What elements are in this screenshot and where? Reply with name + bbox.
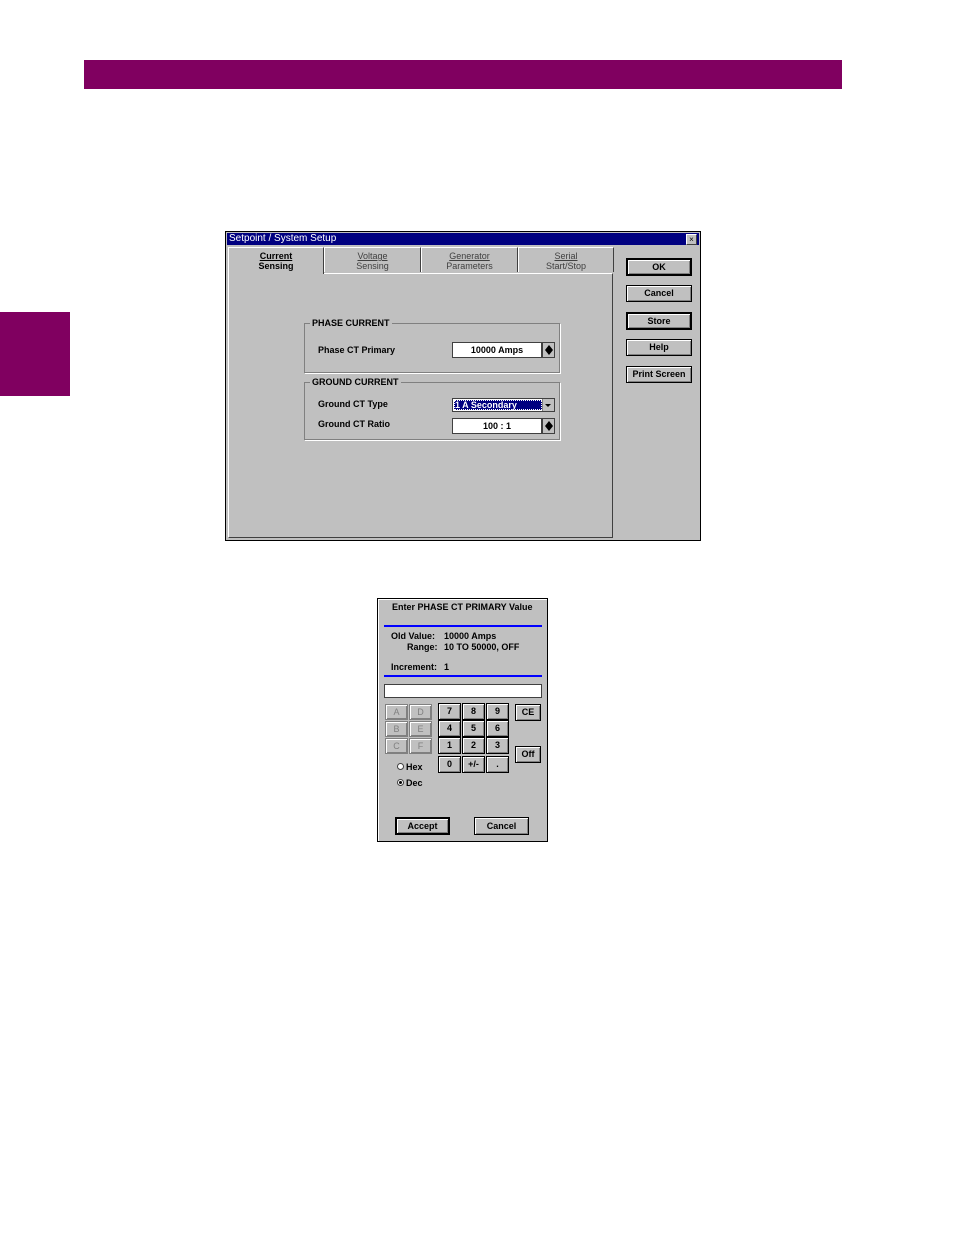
divider — [384, 625, 542, 627]
key-0[interactable]: 0 — [438, 756, 461, 773]
off-button[interactable]: Off — [515, 746, 541, 763]
ground-ct-type-select[interactable]: 1 A Secondary — [452, 398, 555, 412]
phase-current-heading: PHASE CURRENT — [310, 318, 392, 328]
tab-label-line1: Serial — [554, 251, 578, 261]
key-4[interactable]: 4 — [438, 720, 461, 737]
hex-label: Hex — [406, 762, 423, 772]
tab-label-line1: Current — [259, 251, 293, 261]
accept-button[interactable]: Accept — [395, 817, 450, 835]
print-screen-button[interactable]: Print Screen — [626, 366, 692, 383]
system-setup-window: Setpoint / System Setup × Current Sensin… — [225, 231, 701, 541]
increment-value: 1 — [444, 662, 450, 672]
phase-ct-spinner[interactable] — [542, 342, 555, 358]
range-label: Range: — [407, 642, 438, 652]
key-d[interactable]: D — [409, 704, 432, 720]
ground-ct-ratio-field[interactable]: 100 : 1 — [452, 418, 542, 434]
tab-label-line2: Sensing — [258, 261, 294, 271]
tab-label-line2: Sensing — [356, 261, 389, 271]
key-1[interactable]: 1 — [438, 737, 461, 754]
dec-radio[interactable] — [397, 779, 404, 786]
key-b[interactable]: B — [385, 721, 408, 737]
value-entry-dialog: Enter PHASE CT PRIMARY Value Old Value: … — [377, 598, 548, 842]
tab-generator-parameters[interactable]: Generator Parameters — [421, 247, 518, 272]
tab-panel: PHASE CURRENT Phase CT Primary 10000 Amp… — [228, 273, 613, 538]
ground-current-heading: GROUND CURRENT — [310, 377, 401, 387]
phase-ct-primary-field[interactable]: 10000 Amps — [452, 342, 542, 358]
hex-radio[interactable] — [397, 763, 404, 770]
tab-label-line2: Parameters — [446, 261, 493, 271]
tab-label-line1: Generator — [449, 251, 490, 261]
store-button[interactable]: Store — [626, 312, 692, 330]
cancel-button[interactable]: Cancel — [626, 285, 692, 302]
key-2[interactable]: 2 — [462, 737, 485, 754]
ground-ct-ratio-label: Ground CT Ratio — [318, 419, 390, 429]
value-entry-input[interactable] — [384, 684, 542, 698]
window-title: Setpoint / System Setup — [229, 233, 337, 244]
increment-label: Increment: — [391, 662, 438, 672]
old-value: 10000 Amps — [444, 631, 497, 641]
window-title-bar: Setpoint / System Setup × — [227, 233, 699, 245]
tab-voltage-sensing[interactable]: Voltage Sensing — [324, 247, 421, 272]
tab-current-sensing[interactable]: Current Sensing — [228, 247, 324, 274]
key-5[interactable]: 5 — [462, 720, 485, 737]
dec-label: Dec — [406, 778, 423, 788]
dialog-title: Enter PHASE CT PRIMARY Value — [392, 602, 533, 612]
key-9[interactable]: 9 — [486, 703, 509, 720]
phase-ct-primary-label: Phase CT Primary — [318, 345, 396, 355]
spin-down-icon[interactable] — [545, 350, 553, 355]
help-button[interactable]: Help — [626, 339, 692, 356]
keypad-cancel-button[interactable]: Cancel — [474, 817, 529, 835]
clear-entry-button[interactable]: CE — [515, 704, 541, 721]
key-c[interactable]: C — [385, 738, 408, 754]
tab-label-line1: Voltage — [357, 251, 388, 261]
close-icon[interactable]: × — [686, 234, 697, 245]
key-f[interactable]: F — [409, 738, 432, 754]
key-decimal[interactable]: . — [486, 756, 509, 773]
key-plus-minus[interactable]: +/- — [462, 756, 485, 773]
key-6[interactable]: 6 — [486, 720, 509, 737]
ground-ct-type-value: 1 A Secondary — [454, 400, 542, 410]
range-value: 10 TO 50000, OFF — [444, 642, 520, 652]
tab-label-line2: Start/Stop — [545, 261, 587, 271]
ground-ratio-spinner[interactable] — [542, 418, 555, 434]
key-7[interactable]: 7 — [438, 703, 461, 720]
key-8[interactable]: 8 — [462, 703, 485, 720]
ground-ct-type-label: Ground CT Type — [318, 399, 388, 409]
key-a[interactable]: A — [385, 704, 408, 720]
ok-button[interactable]: OK — [626, 258, 692, 276]
old-value-label: Old Value: — [391, 631, 436, 641]
chapter-side-tab — [0, 312, 70, 396]
key-e[interactable]: E — [409, 721, 432, 737]
chevron-down-icon[interactable] — [542, 399, 554, 411]
header-bar — [84, 60, 842, 89]
key-3[interactable]: 3 — [486, 737, 509, 754]
divider — [384, 675, 542, 677]
spin-down-icon[interactable] — [545, 426, 553, 431]
tab-serial-start-stop[interactable]: Serial Start/Stop — [518, 247, 614, 272]
